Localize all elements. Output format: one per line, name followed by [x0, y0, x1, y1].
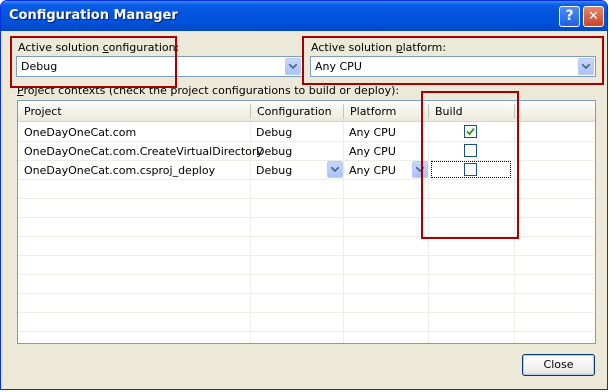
project-configuration[interactable]: Debug [256, 126, 292, 139]
chevron-down-icon[interactable] [327, 161, 343, 178]
project-name[interactable]: OneDayOneCat.com.csproj_deploy [24, 164, 215, 177]
window-close-button[interactable]: ✕ [583, 6, 604, 27]
project-configuration-combo[interactable]: Debug [256, 164, 292, 177]
column-header-configuration[interactable]: Configuration [251, 101, 343, 122]
project-configuration[interactable]: Debug [256, 145, 292, 158]
project-platform[interactable]: Any CPU [349, 145, 396, 158]
highlight-box-build [421, 91, 519, 239]
project-name[interactable]: OneDayOneCat.com.CreateVirtualDirectory [24, 145, 263, 158]
column-header-project[interactable]: Project [18, 101, 250, 122]
project-platform-combo[interactable]: Any CPU [349, 164, 396, 177]
highlight-box-platform [302, 36, 604, 85]
configuration-combo-arrow[interactable] [327, 161, 343, 179]
grid-line [18, 331, 595, 332]
highlight-box-configuration [10, 36, 177, 88]
help-icon: ? [565, 8, 574, 24]
grid-line [18, 312, 595, 313]
title-bar[interactable]: Configuration Manager ? ✕ [1, 1, 607, 31]
help-button[interactable]: ? [559, 6, 580, 27]
grid-line [343, 122, 344, 343]
grid-line [18, 255, 595, 256]
grid-line [18, 293, 595, 294]
chevron-down-icon[interactable] [285, 58, 301, 75]
grid-line [18, 274, 595, 275]
column-header-platform[interactable]: Platform [344, 101, 428, 122]
close-icon: ✕ [588, 9, 599, 24]
project-name[interactable]: OneDayOneCat.com [24, 126, 136, 139]
close-button[interactable]: Close [522, 354, 595, 376]
project-platform[interactable]: Any CPU [349, 126, 396, 139]
configuration-manager-dialog: Configuration Manager ? ✕ Active solutio… [0, 0, 608, 390]
window-title: Configuration Manager [9, 8, 178, 23]
